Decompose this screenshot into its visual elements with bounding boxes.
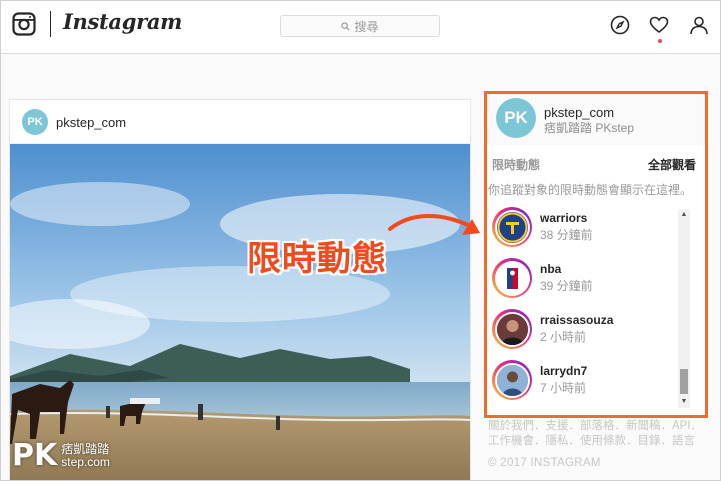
feed-post: PK pkstep_com [9,99,471,481]
logo-divider [50,11,51,37]
post-avatar[interactable]: PK [22,109,48,135]
callout-arrow-icon [388,214,480,235]
post-username[interactable]: pkstep_com [56,115,126,130]
notification-dot [658,39,662,43]
footer-links[interactable]: 關於我們．支援．部落格．新聞稿．API．工作機會．隱私．使用條款．目錄．語言 [488,419,708,449]
post-photo[interactable] [10,144,470,481]
search-input[interactable]: 搜尋 [280,15,440,37]
instagram-wordmark[interactable]: Instagram [63,9,182,34]
compass-icon[interactable] [609,14,631,36]
watermark-name: 痞凱踏踏 [61,441,110,456]
heart-icon[interactable] [648,14,670,36]
post-header: PK pkstep_com [10,100,470,144]
watermark-logo: PK [12,438,58,473]
search-placeholder: 搜尋 [354,19,379,34]
copyright: © 2017 INSTAGRAM [488,457,601,469]
instagram-glyph-icon[interactable] [12,12,36,36]
highlight-box [484,91,708,418]
person-icon[interactable] [688,14,710,36]
search-icon [341,21,350,31]
watermark-site: step.com [61,454,110,469]
watermark: PK 痞凱踏踏 step.com [12,438,110,473]
stories-callout-text: 限時動態 [247,239,387,279]
top-nav-bar: Instagram 搜尋 [0,0,721,54]
